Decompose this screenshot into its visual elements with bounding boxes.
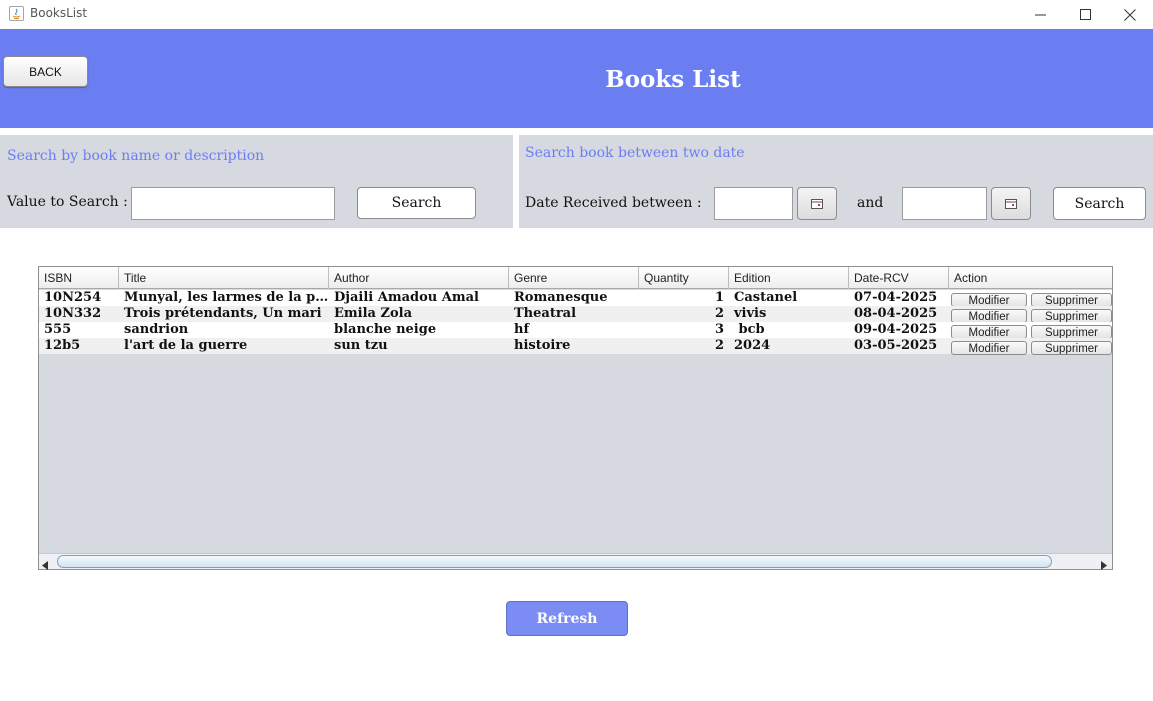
- table-row[interactable]: 555 sandrion blanche neige hf 3 bcb 09-0…: [39, 322, 1112, 339]
- column-header-date-rcv[interactable]: Date-RCV: [849, 267, 949, 289]
- date-from-field[interactable]: [714, 187, 793, 220]
- date-received-label: Date Received between :: [525, 195, 702, 211]
- horizontal-scrollbar[interactable]: [39, 553, 1112, 570]
- cell-edition: vivis: [734, 306, 767, 321]
- cell-isbn: 555: [44, 322, 72, 337]
- column-header-quantity[interactable]: Quantity: [639, 267, 729, 289]
- cell-isbn: 10N254: [44, 290, 102, 305]
- table-row[interactable]: 12b5 l'art de la guerre sun tzu histoire…: [39, 338, 1112, 355]
- cell-date-rcv: 03-05-2025: [854, 338, 938, 353]
- delete-button[interactable]: Supprimer: [1031, 309, 1112, 323]
- refresh-button[interactable]: Refresh: [506, 601, 628, 636]
- window-title: BooksList: [30, 6, 88, 20]
- scrollbar-thumb[interactable]: [57, 555, 1052, 568]
- cell-author: sun tzu: [334, 338, 388, 353]
- column-header-edition[interactable]: Edition: [729, 267, 849, 289]
- cell-edition: Castanel: [734, 290, 798, 305]
- calendar-icon: [811, 198, 823, 209]
- cell-title: l'art de la guerre: [124, 338, 248, 353]
- modify-button[interactable]: Modifier: [951, 293, 1027, 307]
- cell-date-rcv: 09-04-2025: [854, 322, 938, 337]
- back-button[interactable]: BACK: [3, 56, 88, 87]
- column-header-action[interactable]: Action: [949, 267, 1112, 289]
- minimize-icon: [1034, 14, 1046, 16]
- cell-title: Trois prétendants, Un mari: [124, 306, 322, 321]
- cell-quantity: 2: [714, 338, 724, 353]
- books-table: ISBN Title Author Genre Quantity Edition…: [38, 266, 1113, 570]
- window-title-bar: BooksList: [0, 0, 1153, 29]
- delete-button[interactable]: Supprimer: [1031, 341, 1112, 355]
- table-header: ISBN Title Author Genre Quantity Edition…: [39, 267, 1112, 289]
- cell-quantity: 2: [714, 306, 724, 321]
- cell-author: Emila Zola: [334, 306, 413, 321]
- modify-button[interactable]: Modifier: [951, 309, 1027, 323]
- cell-author: Djaili Amadou Amal: [334, 290, 479, 305]
- calendar-icon: [1005, 198, 1017, 209]
- cell-quantity: 3: [714, 322, 724, 337]
- java-app-icon: [9, 6, 24, 21]
- search-by-date-title: Search book between two date: [525, 145, 745, 161]
- date-from-picker-button[interactable]: [797, 187, 837, 220]
- search-by-date-button[interactable]: Search: [1053, 187, 1146, 220]
- date-to-picker-button[interactable]: [991, 187, 1031, 220]
- cell-genre: Theatral: [514, 306, 577, 321]
- close-button[interactable]: [1107, 0, 1153, 29]
- maximize-button[interactable]: [1062, 0, 1108, 29]
- search-by-name-button[interactable]: Search: [357, 187, 476, 219]
- column-header-author[interactable]: Author: [329, 267, 509, 289]
- cell-title: Munyal, les larmes de la patie...: [124, 290, 329, 305]
- date-to-field[interactable]: [902, 187, 987, 220]
- delete-button[interactable]: Supprimer: [1031, 325, 1112, 339]
- column-header-genre[interactable]: Genre: [509, 267, 639, 289]
- search-by-name-title: Search by book name or description: [7, 148, 265, 164]
- cell-date-rcv: 08-04-2025: [854, 306, 938, 321]
- scroll-right-arrow-icon[interactable]: [1100, 557, 1108, 575]
- and-label: and: [857, 195, 884, 211]
- cell-edition: 2024: [734, 338, 771, 353]
- cell-genre: histoire: [514, 338, 571, 353]
- cell-author: blanche neige: [334, 322, 437, 337]
- cell-date-rcv: 07-04-2025: [854, 290, 938, 305]
- search-value-input[interactable]: [131, 187, 335, 220]
- cell-title: sandrion: [124, 322, 189, 337]
- maximize-icon: [1079, 9, 1091, 20]
- close-icon: [1124, 8, 1136, 21]
- cell-edition: bcb: [734, 322, 765, 337]
- value-to-search-label: Value to Search :: [7, 194, 128, 210]
- minimize-button[interactable]: [1017, 0, 1063, 29]
- table-row[interactable]: 10N332 Trois prétendants, Un mari Emila …: [39, 306, 1112, 323]
- cell-genre: Romanesque: [514, 290, 608, 305]
- modify-button[interactable]: Modifier: [951, 325, 1027, 339]
- column-header-title[interactable]: Title: [119, 267, 329, 289]
- cell-genre: hf: [514, 322, 530, 337]
- column-header-isbn[interactable]: ISBN: [39, 267, 119, 289]
- table-row[interactable]: 10N254 Munyal, les larmes de la patie...…: [39, 290, 1112, 307]
- delete-button[interactable]: Supprimer: [1031, 293, 1112, 307]
- scroll-left-arrow-icon[interactable]: [41, 557, 49, 575]
- cell-isbn: 10N332: [44, 306, 102, 321]
- cell-isbn: 12b5: [44, 338, 81, 353]
- page-title: Books List: [605, 66, 741, 93]
- cell-quantity: 1: [714, 290, 724, 305]
- modify-button[interactable]: Modifier: [951, 341, 1027, 355]
